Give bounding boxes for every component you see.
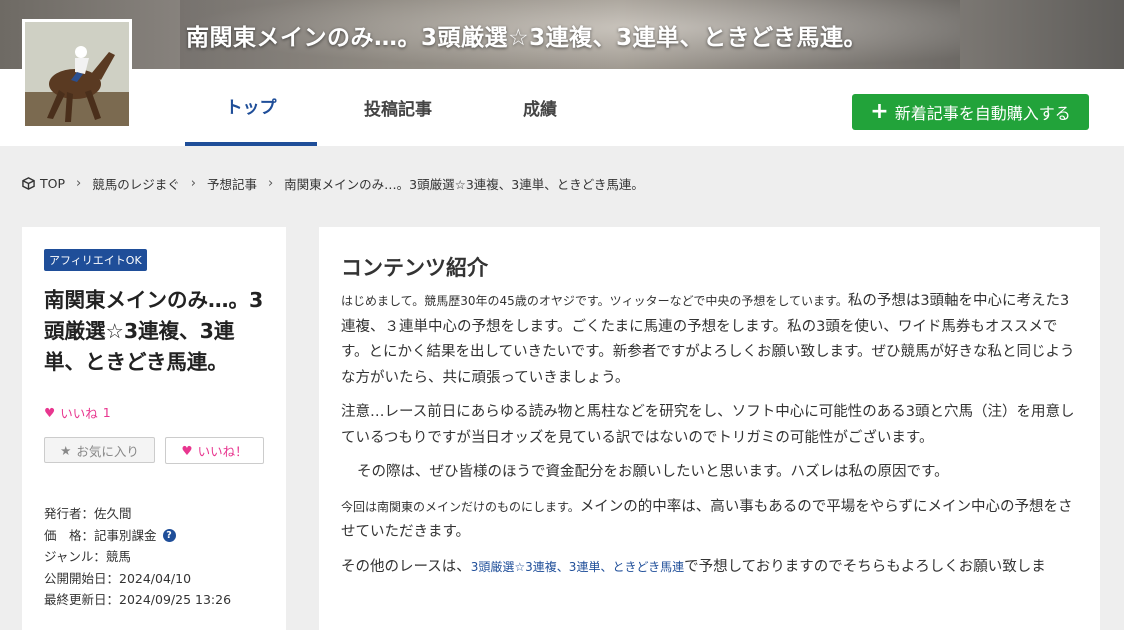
intro-small-text: はじめまして。競馬歴30年の45歳のオヤジです。ツィッターなどで中央の予想をして…: [341, 294, 848, 308]
breadcrumb-top[interactable]: TOP: [40, 176, 65, 191]
other-races-start: その他のレースは、: [341, 558, 471, 575]
other-races-link[interactable]: 3頭厳選☆3連複、3連単、ときどき馬連: [471, 560, 684, 574]
main-only-small-text: 今回は南関東のメインだけのものにします。: [341, 499, 580, 514]
like-button[interactable]: ♥ いいね！: [165, 437, 264, 464]
content-body: はじめまして。競馬歴30年の45歳のオヤジです。ツィッターなどで中央の予想をして…: [341, 289, 1079, 589]
sidebar-title: 南関東メインのみ…。3頭厳選☆3連複、3連単、ときどき馬連。: [44, 288, 264, 374]
paragraph-intro: はじめまして。競馬歴30年の45歳のオヤジです。ツィッターなどで中央の予想をして…: [341, 289, 1079, 391]
horse-jockey-image: [25, 22, 129, 126]
like-count-value: 1: [102, 405, 111, 420]
help-icon[interactable]: ?: [162, 528, 176, 542]
like-count: ♥ いいね 1: [44, 403, 111, 422]
heart-icon: ♥: [44, 405, 56, 420]
tab-posts[interactable]: 投稿記事: [330, 69, 466, 146]
other-races-end: で予想しておりますのでそちらもよろしくお願い致しま: [684, 558, 1046, 575]
favorite-button[interactable]: ★ お気に入り: [44, 437, 155, 463]
tab-posts-label: 投稿記事: [364, 100, 432, 120]
paragraph-other-races: その他のレースは、3頭厳選☆3連複、3連単、ときどき馬連で予想しておりますのでそ…: [341, 555, 1079, 581]
meta-genre: ジャンル：競馬: [44, 549, 131, 564]
breadcrumb: TOP › 競馬のレジまぐ › 予想記事 › 南関東メインのみ…。3頭厳選☆3連…: [22, 174, 644, 193]
meta-updated: 最終更新日：2024/09/25 13:26: [44, 592, 232, 607]
heart-icon: ♥: [181, 443, 193, 458]
tab-top-label: トップ: [225, 98, 277, 118]
chevron-right-icon: ›: [76, 176, 82, 191]
meta-price-row: 価 格：記事別課金 ?: [44, 525, 231, 547]
header-banner: 南関東メインのみ…。3頭厳選☆3連複、3連単、ときどき馬連。: [0, 0, 1124, 69]
content-heading: コンテンツ紹介: [341, 256, 488, 280]
meta-price: 価 格：記事別課金: [44, 527, 157, 543]
breadcrumb-current: 南関東メインのみ…。3頭厳選☆3連複、3連単、ときどき馬連。: [284, 177, 644, 192]
paragraph-main-only: 今回は南関東のメインだけのものにします。メインの的中率は、高い事もあるので平場を…: [341, 495, 1079, 546]
breadcrumb-category[interactable]: 予想記事: [207, 174, 257, 193]
favorite-button-label: お気に入り: [76, 443, 139, 459]
affiliate-badge: アフィリエイトOK: [44, 249, 147, 271]
meta-publisher: 発行者：佐久間: [44, 506, 132, 521]
paragraph-funds: その際は、ぜひ皆様のほうで資金配分をお願いしたいと思います。ハズレは私の原因です…: [357, 464, 949, 480]
tab-results-label: 成績: [523, 100, 557, 120]
breadcrumb-site[interactable]: 競馬のレジまぐ: [92, 174, 180, 193]
auto-buy-button[interactable]: + 新着記事を自動購入する: [852, 94, 1089, 130]
plus-icon: +: [870, 99, 889, 124]
auto-buy-label: 新着記事を自動購入する: [894, 104, 1071, 123]
sidebar-card: アフィリエイトOK 南関東メインのみ…。3頭厳選☆3連複、3連単、ときどき馬連。…: [22, 227, 286, 630]
paragraph-notice: 注意…レース前日にあらゆる読み物と馬柱などを研究をし、ソフト中心に可能性のある3…: [341, 404, 1075, 446]
like-button-label: いいね！: [197, 444, 248, 459]
tab-top[interactable]: トップ: [185, 69, 317, 146]
cube-icon: [22, 177, 35, 190]
chevron-right-icon: ›: [267, 176, 274, 191]
like-count-label: いいね: [60, 406, 98, 421]
meta-start-date: 公開開始日：2024/04/10: [44, 570, 192, 586]
content-card: コンテンツ紹介 はじめまして。競馬歴30年の45歳のオヤジです。ツィッターなどで…: [319, 227, 1100, 630]
chevron-right-icon: ›: [190, 176, 196, 191]
header-title: 南関東メインのみ…。3頭厳選☆3連複、3連単、ときどき馬連。: [186, 25, 867, 51]
tab-results[interactable]: 成績: [480, 69, 600, 146]
star-icon: ★: [60, 442, 72, 458]
meta-info: 発行者：佐久間 価 格：記事別課金 ? ジャンル：競馬 公開開始日：2024/0…: [44, 503, 231, 611]
avatar[interactable]: [22, 19, 132, 129]
